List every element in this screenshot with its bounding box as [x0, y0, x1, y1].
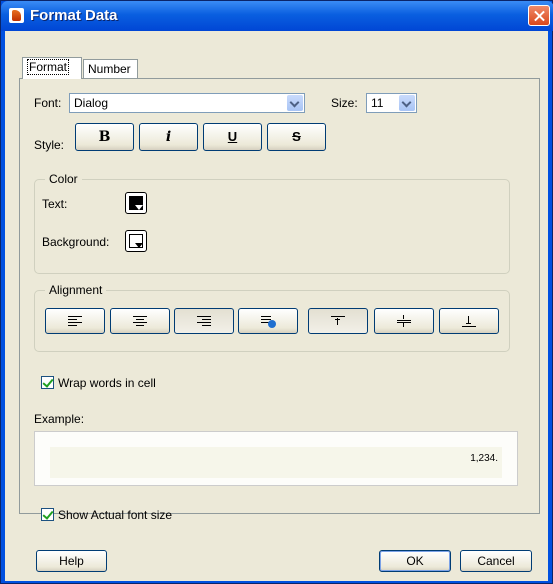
align-auto-button[interactable]	[238, 308, 298, 334]
format-data-dialog: Format Data Format Number Font: Dialog S…	[0, 0, 553, 584]
bold-glyph: B	[98, 129, 111, 145]
italic-button[interactable]: i	[139, 123, 198, 151]
align-left-icon	[68, 315, 82, 327]
align-bottom-button[interactable]	[439, 308, 499, 334]
tab-format-label: Format	[27, 59, 70, 75]
chevron-down-icon[interactable]	[287, 95, 303, 111]
help-button[interactable]: Help	[36, 550, 107, 572]
cancel-button-label: Cancel	[477, 554, 515, 568]
text-color-swatch	[129, 196, 143, 210]
color-group-title: Color	[45, 172, 82, 186]
color-group: Color	[34, 172, 510, 274]
size-value: 11	[371, 96, 384, 110]
underline-button[interactable]: U	[203, 123, 262, 151]
size-label: Size:	[331, 96, 358, 110]
ok-button[interactable]: OK	[379, 550, 451, 572]
background-color-label: Background:	[42, 235, 110, 249]
tab-number[interactable]: Number	[83, 59, 138, 79]
tab-format[interactable]: Format	[22, 57, 82, 79]
align-right-button[interactable]	[174, 308, 234, 334]
align-bottom-icon	[462, 315, 476, 327]
size-select[interactable]: 11	[366, 93, 417, 113]
text-color-label: Text:	[42, 197, 68, 211]
align-left-button[interactable]	[45, 308, 105, 334]
close-button[interactable]	[528, 5, 550, 26]
align-top-icon	[331, 315, 345, 327]
cancel-button[interactable]: Cancel	[460, 550, 532, 572]
style-label: Style:	[34, 138, 65, 152]
font-label: Font:	[34, 96, 62, 110]
chevron-down-icon[interactable]	[399, 95, 415, 111]
text-color-button[interactable]	[125, 192, 147, 214]
align-center-icon	[133, 315, 147, 327]
dialog-title: Format Data	[30, 7, 118, 24]
font-value: Dialog	[74, 96, 109, 110]
example-preview: 1,234.	[34, 431, 518, 486]
dialog-body: Format Number Font: Dialog Size: 11 Styl…	[5, 31, 548, 581]
title-bar[interactable]: Format Data	[1, 1, 553, 31]
tab-number-label: Number	[88, 62, 131, 76]
show-actual-font-size-checkbox[interactable]	[41, 508, 54, 521]
show-actual-font-size-label[interactable]: Show Actual font size	[58, 508, 172, 522]
background-color-swatch	[129, 234, 143, 248]
font-select[interactable]: Dialog	[69, 93, 305, 113]
ok-button-label: OK	[406, 554, 424, 568]
example-preview-cell: 1,234.	[50, 447, 502, 478]
example-label: Example:	[34, 412, 85, 426]
help-button-label: Help	[59, 554, 84, 568]
italic-glyph: i	[165, 129, 172, 145]
strike-glyph: S	[292, 129, 301, 144]
align-middle-icon	[397, 315, 411, 327]
align-top-button[interactable]	[308, 308, 368, 334]
wrap-words-label[interactable]: Wrap words in cell	[58, 376, 156, 390]
align-center-button[interactable]	[110, 308, 170, 334]
bold-button[interactable]: B	[75, 123, 134, 151]
align-auto-icon	[261, 315, 276, 328]
java-icon	[9, 8, 24, 23]
strikethrough-button[interactable]: S	[267, 123, 326, 151]
wrap-words-checkbox[interactable]	[41, 376, 54, 389]
alignment-group-title: Alignment	[45, 283, 107, 297]
example-value: 1,234.	[470, 453, 498, 464]
align-right-icon	[197, 315, 211, 327]
background-color-button[interactable]	[125, 230, 147, 252]
align-middle-button[interactable]	[374, 308, 434, 334]
underline-glyph: U	[227, 129, 238, 144]
